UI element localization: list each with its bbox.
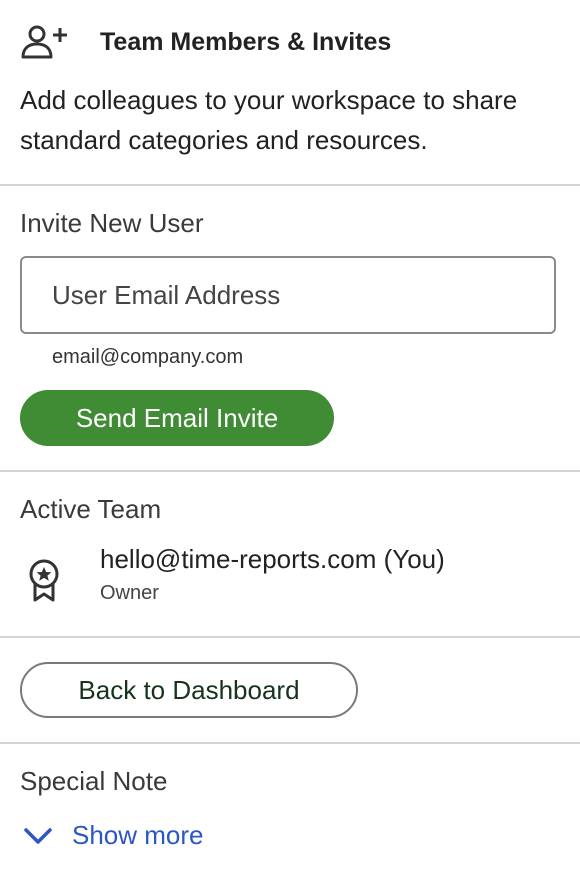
page-header: Team Members & Invites xyxy=(0,0,580,62)
active-team-label: Active Team xyxy=(20,494,162,524)
back-to-dashboard-button[interactable]: Back to Dashboard xyxy=(20,662,358,718)
show-more-toggle[interactable]: Show more xyxy=(20,820,204,851)
email-hint: email@company.com xyxy=(52,346,244,368)
special-note-label: Special Note xyxy=(20,766,168,796)
send-email-invite-button[interactable]: Send Email Invite xyxy=(20,390,334,446)
invite-section: Invite New User email@company.com Send E… xyxy=(0,186,580,470)
special-note-section: Special Note Show more xyxy=(0,744,580,884)
add-user-icon xyxy=(20,24,68,60)
intro-text: Add colleagues to your workspace to shar… xyxy=(20,85,518,155)
chevron-down-icon xyxy=(20,824,56,848)
back-section: Back to Dashboard xyxy=(0,638,580,742)
user-email-input[interactable] xyxy=(20,256,556,334)
show-more-label: Show more xyxy=(72,820,204,850)
team-member-row: hello@time-reports.com (You) Owner xyxy=(20,542,445,616)
badge-icon xyxy=(20,556,68,616)
member-email: hello@time-reports.com (You) xyxy=(100,544,445,574)
member-details: hello@time-reports.com (You) Owner xyxy=(100,542,445,605)
invite-section-label: Invite New User xyxy=(20,208,204,238)
active-team-section: Active Team hello@time-reports.com (You)… xyxy=(0,472,580,636)
member-role: Owner xyxy=(100,582,159,604)
page-title: Team Members & Invites xyxy=(100,27,392,56)
